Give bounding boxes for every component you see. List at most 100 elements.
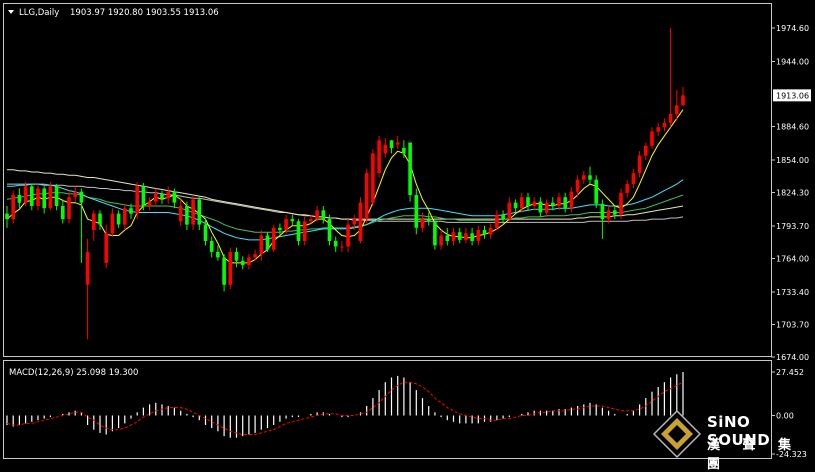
candle-body	[482, 230, 487, 235]
candle-body	[253, 254, 257, 258]
candle-body	[110, 213, 115, 234]
candle-body	[11, 195, 15, 220]
candle-body	[54, 186, 59, 206]
symbol-label: LLG,Daily	[19, 8, 59, 18]
candle-body	[538, 201, 543, 213]
candle-body	[377, 140, 381, 174]
candle-body	[631, 173, 636, 184]
candle-body	[79, 191, 84, 203]
price-tick-label: 1854.00	[776, 156, 809, 165]
candle-body	[439, 235, 443, 246]
candle-body	[154, 193, 158, 202]
price-chart[interactable]: 1974.60 1944.00 1884.60 1854.00 1824.30 1793.…	[0, 0, 815, 462]
candle-body	[191, 199, 195, 225]
candle-body	[637, 155, 642, 174]
candle-body	[240, 260, 245, 266]
candle-body	[364, 173, 369, 220]
candle-body	[185, 206, 189, 225]
chart-header: LLG,Daily 1903.97 1920.80 1903.55 1913.0…	[8, 8, 219, 18]
candle-body	[296, 221, 301, 241]
candle-body	[67, 197, 71, 220]
candle-body	[30, 186, 34, 206]
candle-body	[23, 186, 28, 203]
candle-body	[85, 251, 90, 285]
candle-body	[495, 214, 499, 228]
candle-body	[613, 210, 617, 215]
macd-tick-label: 27.452	[776, 368, 804, 377]
candle-body	[513, 202, 518, 209]
candle-body	[333, 241, 338, 247]
candle-body	[209, 241, 214, 252]
candle-body	[582, 175, 586, 180]
candle-body	[259, 235, 264, 255]
price-tick-label: 1703.70	[776, 320, 809, 329]
candle-body	[129, 208, 133, 214]
candle-body	[352, 219, 357, 225]
current-price-label: 1913.06	[776, 91, 809, 100]
candle-body	[594, 179, 598, 204]
candle-body	[358, 202, 363, 241]
candle-body	[675, 105, 679, 114]
candle-body	[327, 219, 332, 241]
candle-body	[178, 206, 183, 222]
candle-body	[315, 210, 319, 220]
candle-body	[606, 210, 611, 220]
price-tick-label: 1824.30	[776, 189, 809, 198]
candle-body	[644, 145, 648, 156]
candle-body	[389, 140, 394, 148]
candle-body	[290, 219, 295, 222]
candle-body	[271, 227, 276, 250]
candle-body	[420, 219, 425, 228]
candle-body	[302, 221, 307, 241]
candle-body	[414, 195, 419, 228]
candle-body	[48, 186, 53, 209]
price-tick-label: 1884.60	[776, 123, 809, 132]
candle-body	[557, 197, 561, 206]
candle-body	[464, 233, 468, 240]
candle-body	[476, 230, 481, 241]
candle-body	[383, 144, 388, 154]
candle-body	[588, 175, 592, 180]
candle-body	[135, 186, 139, 214]
candle-body	[166, 191, 170, 199]
candle-body	[426, 219, 431, 222]
candle-body	[141, 186, 146, 206]
candle-body	[507, 202, 512, 220]
candle-body	[116, 213, 121, 225]
candle-body	[544, 202, 549, 213]
candle-body	[36, 188, 40, 206]
candle-body	[625, 184, 629, 193]
candle-body	[551, 202, 555, 206]
price-tick-label: 1944.00	[776, 57, 809, 66]
candle-body	[222, 257, 226, 285]
chart-background	[0, 0, 815, 462]
candle-body	[371, 153, 375, 203]
candle-body	[61, 206, 65, 220]
candle-body	[575, 179, 580, 192]
candle-body	[501, 214, 505, 220]
candle-body	[278, 227, 282, 231]
candle-body	[488, 227, 493, 235]
candle-body	[532, 201, 536, 206]
candle-body	[569, 191, 574, 209]
candle-body	[17, 195, 22, 203]
candle-body	[650, 131, 654, 146]
brand-chinese: 漢 聲 集 團	[707, 438, 801, 472]
candle-body	[228, 251, 233, 285]
macd-label: MACD(12,26,9) 25.098 19.300	[9, 368, 138, 378]
candle-body	[656, 127, 660, 132]
candle-body	[346, 224, 350, 247]
candle-body	[321, 210, 326, 220]
candle-body	[247, 257, 251, 266]
price-tick-label: 1974.60	[776, 24, 809, 33]
candle-body	[147, 201, 152, 206]
candle-body	[265, 235, 270, 250]
candle-body	[340, 246, 344, 248]
candle-body	[104, 233, 108, 263]
candle-body	[73, 191, 77, 198]
candle-body	[197, 199, 202, 225]
candle-body	[92, 213, 96, 230]
candle-body	[402, 148, 406, 154]
candle-body	[457, 232, 462, 240]
candle-body	[234, 251, 239, 261]
